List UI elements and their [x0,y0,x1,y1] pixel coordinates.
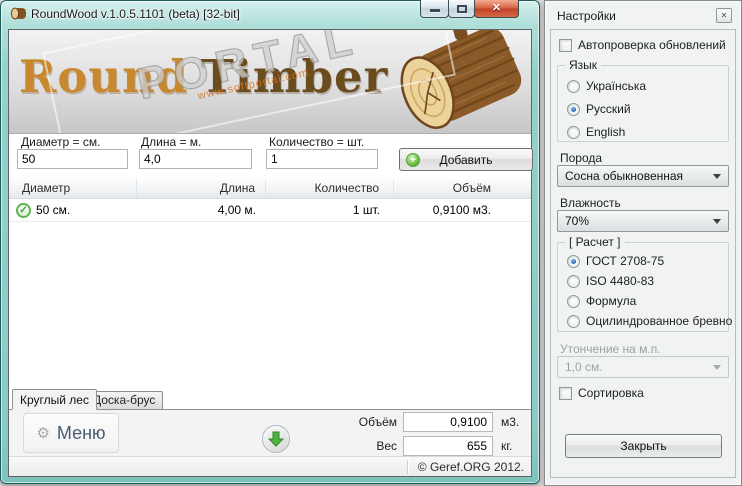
download-arrow-button[interactable] [262,425,290,453]
settings-frame: Автопроверка обновлений Язык Українська … [550,29,736,478]
logo-word-round: Round [19,50,189,103]
species-dropdown[interactable]: Сосна обыкновенная [557,165,729,187]
taper-value: 1,0 см. [565,360,603,374]
language-group: Язык Українська Русский English [557,58,729,142]
radio-cylindered-log[interactable]: Оцилиндрованное бревно [567,314,732,328]
row-volume: 0,9100 м3. [432,203,491,217]
table-header[interactable]: Диаметр Длина Количество Объём [9,179,531,199]
radio-icon [567,274,580,288]
row-diameter: 50 см. [36,203,71,217]
checkbox-icon [559,386,572,400]
taper-dropdown: 1,0 см. [557,356,729,378]
menu-button-label: Меню [56,422,106,443]
tab-round-timber[interactable]: Круглый лес [12,389,97,410]
taper-label: Утончение на м.п. [560,342,661,356]
settings-close-dialog-button[interactable]: Закрыть [565,434,722,458]
col-header-volume[interactable]: Объём [394,179,531,198]
humidity-label: Влажность [560,196,621,210]
col-header-length[interactable]: Длина [137,179,266,198]
volume-total-input[interactable] [403,412,493,432]
window-controls: ✕ [420,0,519,18]
minimize-button[interactable] [420,0,449,18]
row-check-icon: ✓ [16,202,31,218]
window-title: RoundWood v.1.0.5.1101 (beta) [32-bit] [31,7,240,21]
diameter-label: Диаметр = см. [21,135,101,149]
log-image [400,30,522,129]
settings-window: Настройки ✕ Автопроверка обновлений Язык… [544,0,742,486]
length-input[interactable] [139,149,252,169]
diameter-input[interactable] [17,149,128,169]
logo-banner: Round Timber PORTAL www.softportal.com [9,30,531,134]
maximize-button[interactable] [448,0,475,18]
radio-iso[interactable]: ISO 4480-83 [567,274,654,288]
autocheck-label: Автопроверка обновлений [578,38,726,52]
titlebar: RoundWood v.1.0.5.1101 (beta) [32-bit] ✕ [0,0,540,28]
close-button[interactable]: ✕ [474,0,519,18]
species-label: Порода [560,151,603,165]
green-down-arrow-icon [268,431,284,447]
radio-icon [567,125,580,139]
chevron-down-icon [713,174,721,179]
copyright-text: © Geref.ORG 2012. [417,460,524,474]
radio-icon [567,294,580,308]
row-length: 4,00 м. [217,203,256,217]
chevron-down-icon [713,365,721,370]
volume-total-label: Объём [358,415,397,429]
radio-icon-selected [567,254,580,268]
species-value: Сосна обыкновенная [565,169,684,183]
radio-ukrainian[interactable]: Українська [567,79,646,93]
chevron-down-icon [713,219,721,224]
calculation-group: [ Расчет ] ГОСТ 2708-75 ISO 4480-83 Форм… [557,235,732,332]
tab-strip: Круглый лес Доска-брус [9,389,531,410]
humidity-value: 70% [565,214,590,228]
humidity-dropdown[interactable]: 70% [557,210,729,232]
maximize-icon [457,5,467,13]
col-header-quantity[interactable]: Количество [266,179,394,198]
weight-total-label: Вес [376,439,397,453]
radio-icon-selected [567,102,580,116]
roundwood-window: RoundWood v.1.0.5.1101 (beta) [32-bit] ✕… [0,0,540,484]
autocheck-checkbox[interactable]: Автопроверка обновлений [559,38,726,52]
table-row[interactable]: ✓ 50 см. 4,00 м. 1 шт. 0,9100 м3. [9,199,531,222]
length-label: Длина = м. [141,135,202,149]
add-button-label: Добавить [439,153,493,167]
menu-button[interactable]: ⚙ Меню [23,413,119,453]
quantity-label: Количество = шт. [269,135,365,149]
app-log-icon [10,7,26,20]
logo-word-timber: Timber [200,50,389,103]
radio-icon [567,314,580,328]
gear-icon: ⚙ [36,424,50,442]
radio-formula[interactable]: Формула [567,294,636,308]
col-header-diameter[interactable]: Диаметр [9,179,137,198]
quantity-input[interactable] [266,149,378,169]
statusbar-divider [407,460,408,474]
weight-total-input[interactable] [403,436,493,456]
window-content: Round Timber PORTAL www.softportal.com Д… [8,29,533,477]
volume-unit: м3. [501,415,520,429]
checkbox-icon [559,38,572,52]
add-button[interactable]: + Добавить [399,148,533,171]
sorting-label: Сортировка [578,386,644,400]
sorting-checkbox[interactable]: Сортировка [559,386,644,400]
calculation-group-label: [ Расчет ] [565,235,625,249]
radio-english[interactable]: English [567,125,625,139]
radio-gost[interactable]: ГОСТ 2708-75 [567,254,664,268]
radio-icon [567,79,580,93]
logo-title: Round Timber [19,50,388,103]
settings-close-button[interactable]: ✕ [716,8,732,23]
row-quantity: 1 шт. [352,203,380,217]
bottom-panel: ⚙ Меню Объём м3. Вес кг. [9,410,531,456]
minimize-icon [430,9,440,12]
settings-title: Настройки [557,9,616,23]
statusbar: © Geref.ORG 2012. [9,456,531,476]
radio-russian[interactable]: Русский [567,102,631,116]
weight-unit: кг. [501,439,513,453]
language-group-label: Язык [565,58,602,72]
